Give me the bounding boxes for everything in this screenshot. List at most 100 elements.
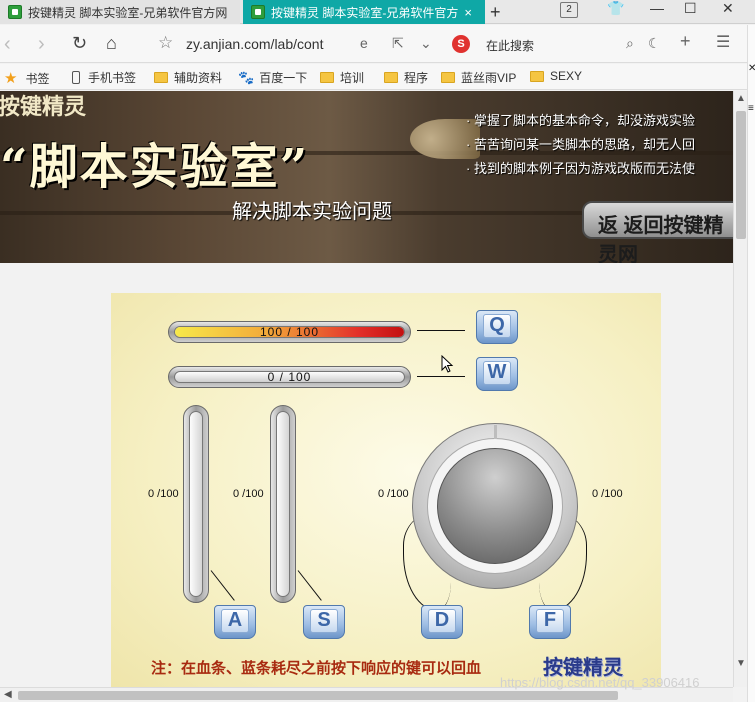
mouse-cursor-icon — [441, 355, 454, 373]
bullet-item: · 掌握了脚本的基本命令，却没游戏实验 — [466, 113, 695, 128]
bullet-item: · 找到的脚本例子因为游戏改版而无法使 — [466, 161, 695, 176]
tab-1-title: 按键精灵 脚本实验室-兄弟软件官方网 — [28, 5, 228, 20]
close-tab-icon[interactable]: × — [464, 5, 472, 20]
vertical-bar-s-label: 0 /100 — [233, 488, 264, 500]
home-icon[interactable]: ⌂ — [106, 33, 117, 54]
lab-game-panel[interactable]: 100 / 100 Q 0 / 100 W 0 /100 A 0 /100 S … — [111, 293, 661, 687]
bookmark-item[interactable]: ★ 书签 — [4, 69, 49, 87]
bullet-item: · 苦苦询问某一类脚本的思路，却无人回 — [466, 137, 695, 152]
skin-icon[interactable]: 👕 — [607, 0, 624, 17]
bookmark-item[interactable]: 程序 — [384, 69, 428, 86]
phone-icon — [72, 71, 80, 84]
star-icon: ★ — [4, 70, 18, 87]
hp-bar: 100 / 100 — [168, 321, 411, 343]
bookmark-item[interactable]: 🐾 百度一下 — [238, 69, 307, 86]
mp-bar-label: 0 / 100 — [267, 370, 312, 384]
key-q-button[interactable]: Q — [476, 310, 518, 344]
scroll-up-icon[interactable]: ▲ — [736, 93, 746, 104]
bookmark-item[interactable]: 手机书签 — [72, 69, 136, 86]
tab-2[interactable]: 按键精灵 脚本实验室-兄弟软件官方 × — [243, 0, 485, 24]
key-q-label: Q — [489, 314, 505, 336]
vertical-bar-track — [189, 411, 203, 597]
knob-d-label: 0 /100 — [378, 488, 409, 500]
ie-mode-icon[interactable]: e — [360, 35, 368, 51]
anjian-favicon-icon — [251, 5, 265, 19]
new-tab-button[interactable]: + — [490, 2, 501, 23]
scroll-down-icon[interactable]: ▼ — [736, 658, 746, 669]
bookmark-star-icon[interactable]: ☆ — [158, 33, 173, 53]
maximize-icon[interactable]: ☐ — [684, 0, 697, 17]
vertical-bar-s — [270, 405, 296, 603]
key-s-button[interactable]: S — [303, 605, 345, 639]
edge-icon: ✕ — [748, 63, 755, 74]
instruction-note: 注：在血条、蓝条耗尽之前按下响应的键可以回血 — [151, 660, 482, 677]
folder-icon — [441, 72, 455, 83]
key-f-label: F — [543, 609, 557, 631]
folder-icon — [384, 72, 398, 83]
wire-line — [417, 376, 465, 377]
page-content: 100 / 100 Q 0 / 100 W 0 /100 A 0 /100 S … — [0, 263, 733, 687]
key-a-button[interactable]: A — [214, 605, 256, 639]
tab-2-title: 按键精灵 脚本实验室-兄弟软件官方 — [271, 5, 459, 20]
banner-bullets: · 掌握了脚本的基本命令，却没游戏实验 · 苦苦询问某一类脚本的思路，却无人回 … — [466, 109, 695, 181]
moon-icon[interactable]: ☾ — [648, 35, 661, 52]
key-d-button[interactable]: D — [421, 605, 463, 639]
vertical-bar-track — [276, 411, 290, 597]
tab-count-badge[interactable]: 2 — [560, 2, 578, 18]
forward-icon[interactable]: › — [38, 33, 45, 56]
mp-bar: 0 / 100 — [168, 366, 411, 388]
bookmark-item[interactable]: 蓝丝雨VIP — [441, 69, 516, 86]
anjian-favicon-icon — [8, 5, 22, 19]
scrollbar-thumb[interactable] — [18, 691, 618, 700]
menu-icon[interactable]: ☰ — [716, 32, 730, 52]
banner-title: “脚本实验室” — [0, 139, 310, 195]
key-f-button[interactable]: F — [529, 605, 571, 639]
key-s-label: S — [317, 609, 331, 631]
tab-bar: 按键精灵 脚本实验室-兄弟软件官方网 按键精灵 脚本实验室-兄弟软件官方 × +… — [0, 0, 755, 24]
share-icon[interactable]: ⇱ — [392, 35, 404, 52]
add-icon[interactable]: + — [680, 31, 691, 52]
side-panel-edge: ✕ ≡ — [747, 25, 755, 702]
banner-top-title: 按键精灵 — [0, 94, 87, 119]
paw-icon: 🐾 — [238, 69, 255, 85]
folder-icon — [530, 70, 544, 82]
browser-window: 按键精灵 脚本实验室-兄弟软件官方网 按键精灵 脚本实验室-兄弟软件官方 × +… — [0, 0, 755, 702]
bookmark-item[interactable]: 培训 — [320, 69, 364, 86]
minimize-icon[interactable]: — — [650, 0, 664, 16]
search-icon[interactable]: ⌕ — [626, 35, 634, 52]
bookmarks-bar: ★ 书签 手机书签 辅助资料 🐾 百度一下 培训 程序 蓝丝雨VIP SEXY — [0, 64, 755, 90]
key-w-label: W — [487, 361, 507, 383]
url-field[interactable]: zy.anjian.com/lab/cont — [186, 36, 323, 52]
wire-line — [210, 570, 235, 601]
close-window-icon[interactable]: ✕ — [722, 0, 734, 17]
knob-core — [437, 448, 553, 564]
address-bar: ‹ › ↻ ⌂ ☆ zy.anjian.com/lab/cont e ⇱ ⌄ S… — [0, 25, 755, 63]
knob-tick — [494, 425, 497, 439]
csdn-watermark: https://blog.csdn.net/qq_33906416 — [500, 675, 700, 690]
folder-icon — [154, 72, 168, 83]
scroll-left-icon[interactable]: ◀ — [4, 689, 12, 700]
reload-icon[interactable]: ↻ — [72, 33, 87, 54]
knob-f-label: 0 /100 — [592, 488, 623, 500]
lab-banner: 按键精灵 “脚本实验室” 解决脚本实验问题 · 掌握了脚本的基本命令，却没游戏实… — [0, 91, 733, 263]
edge-icon: ≡ — [748, 103, 754, 114]
search-input[interactable]: 在此搜索 — [486, 37, 534, 54]
wire-line — [297, 570, 322, 601]
banner-subtitle: 解决脚本实验问题 — [232, 201, 392, 223]
hp-bar-label: 100 / 100 — [259, 325, 320, 339]
vertical-scrollbar[interactable]: ▲ ▼ — [733, 91, 747, 687]
mana-knob — [412, 423, 578, 589]
bookmark-item[interactable]: 辅助资料 — [154, 69, 222, 86]
key-w-button[interactable]: W — [476, 357, 518, 391]
bookmark-item[interactable]: SEXY — [530, 69, 582, 83]
scrollbar-thumb[interactable] — [736, 111, 746, 239]
vertical-bar-a-label: 0 /100 — [148, 488, 179, 500]
folder-icon — [320, 72, 334, 83]
return-home-button[interactable]: 返 返回按键精灵网 — [582, 201, 733, 263]
wire-line — [417, 330, 465, 331]
search-engine-icon[interactable]: S — [452, 35, 470, 53]
key-a-label: A — [227, 609, 243, 631]
tab-1[interactable]: 按键精灵 脚本实验室-兄弟软件官方网 — [0, 0, 240, 24]
back-icon[interactable]: ‹ — [4, 33, 11, 56]
chevron-down-icon[interactable]: ⌄ — [420, 35, 432, 52]
